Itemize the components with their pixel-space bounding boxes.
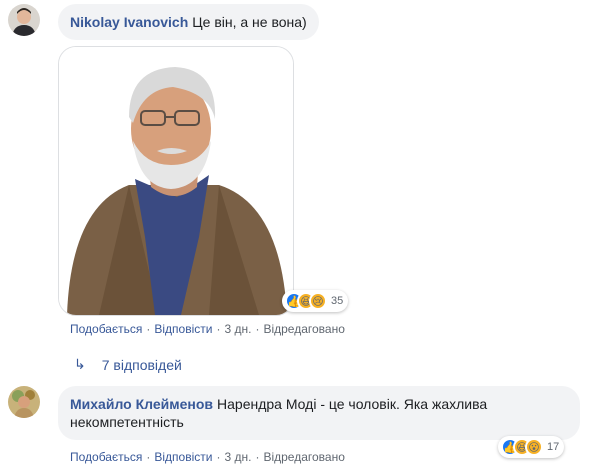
separator: · (216, 322, 221, 336)
reply-link[interactable]: Відповісти (154, 322, 212, 336)
view-replies-link[interactable]: ↳ 7 відповідей (74, 356, 182, 373)
reaction-summary[interactable]: 👍 😆 😮 17 (498, 436, 565, 458)
edited-label[interactable]: Відредаговано (263, 450, 344, 464)
separator: · (146, 322, 151, 336)
reaction-count: 17 (547, 441, 560, 453)
reaction-summary[interactable]: 👍 😆 😢 35 (282, 290, 349, 312)
separator: · (216, 450, 221, 464)
separator: · (255, 450, 260, 464)
timestamp[interactable]: 3 дн. (224, 322, 251, 336)
like-link[interactable]: Подобається (70, 450, 142, 464)
comment-text-continued: некомпетентність (70, 414, 184, 430)
sad-icon: 😢 (309, 292, 327, 310)
avatar[interactable] (8, 4, 40, 36)
timestamp[interactable]: 3 дн. (224, 450, 251, 464)
comment-actions: Подобається · Відповісти · 3 дн. · Відре… (70, 322, 345, 336)
comment-text: Це він, а не вона) (192, 14, 307, 30)
replies-count: 7 відповідей (101, 356, 182, 373)
comment-author[interactable]: Nikolay Ivanovich (70, 14, 188, 30)
comment-author[interactable]: Михайло Клейменов (70, 396, 213, 412)
comment-photo[interactable] (58, 46, 294, 316)
comment-actions: Подобається · Відповісти · 3 дн. · Відре… (70, 450, 345, 464)
comment-line: Михайло Клейменов Нарендра Моді - це чоло… (70, 395, 568, 413)
reaction-count: 35 (331, 295, 344, 307)
like-link[interactable]: Подобається (70, 322, 142, 336)
comment-bubble: Михайло Клейменов Нарендра Моді - це чоло… (58, 386, 580, 440)
reply-arrow-icon: ↳ (74, 356, 86, 372)
separator: · (146, 450, 151, 464)
edited-label[interactable]: Відредаговано (263, 322, 344, 336)
comment-text: Нарендра Моді - це чоловік. Яка жахлива (217, 396, 488, 412)
comment-bubble: Nikolay Ivanovich Це він, а не вона) (58, 4, 319, 40)
wow-icon: 😮 (525, 438, 543, 456)
separator: · (255, 322, 260, 336)
avatar[interactable] (8, 386, 40, 418)
reply-link[interactable]: Відповісти (154, 450, 212, 464)
